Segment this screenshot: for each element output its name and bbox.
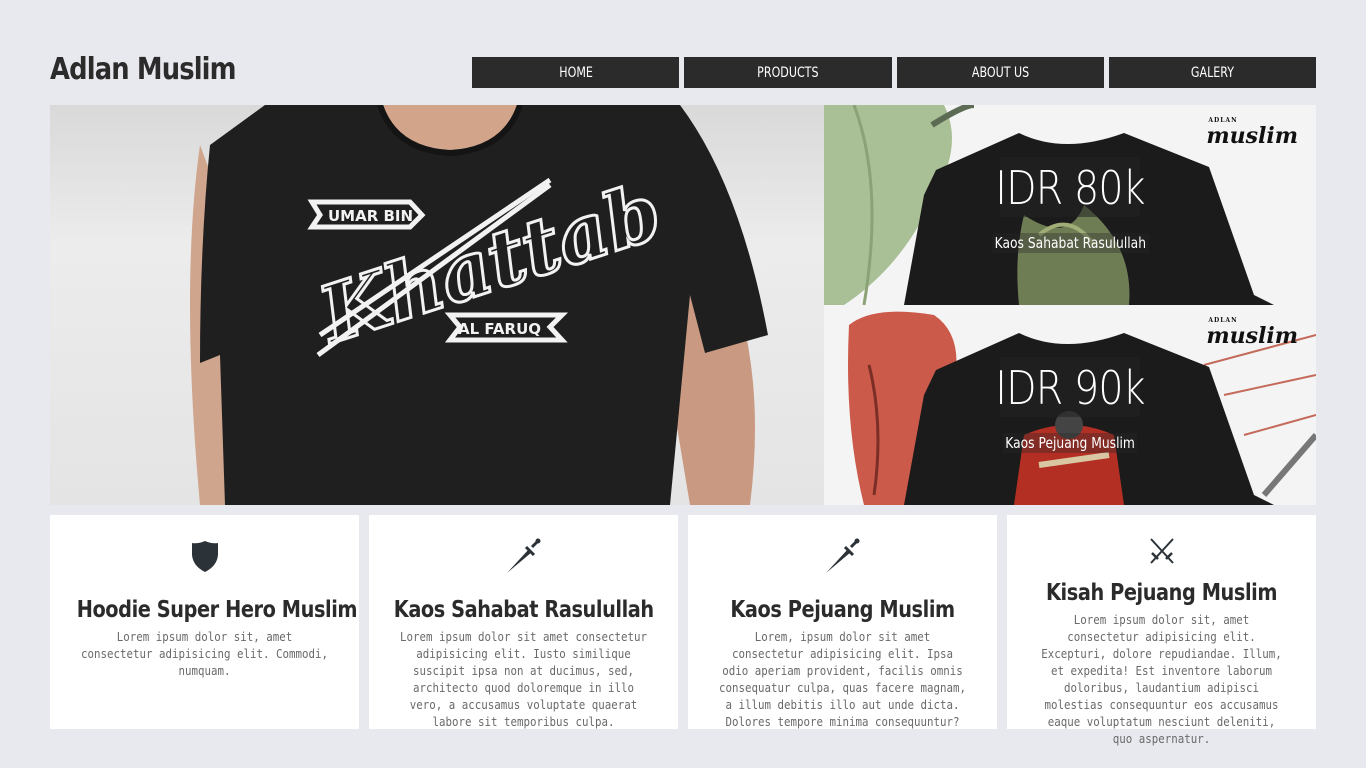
- feature-card-kisah: Kisah Pejuang Muslim Lorem ipsum dolor s…: [1007, 515, 1316, 746]
- card-text: Lorem ipsum dolor sit amet consectetur a…: [399, 630, 648, 729]
- nav-item-about-us[interactable]: ABOUT US: [896, 57, 1104, 88]
- feature-card-hoodie: Hoodie Super Hero Muslim Lorem ipsum dol…: [50, 515, 359, 729]
- brand-logo: ADLAN muslim: [1206, 117, 1298, 149]
- feature-card-sahabat: Kaos Sahabat Rasulullah Lorem ipsum dolo…: [369, 515, 678, 729]
- product-price: IDR 90k: [995, 361, 1145, 415]
- card-title: Kaos Sahabat Rasulullah: [393, 597, 654, 623]
- card-text: Lorem ipsum dolor sit, amet consectetur …: [80, 630, 329, 678]
- product-price: IDR 80k: [995, 161, 1145, 215]
- nav-item-label: GALERY: [1190, 64, 1234, 81]
- tshirt-model-illustration: UMAR BIN Khattab AL FARUQ: [190, 105, 768, 505]
- product-name: Kaos Pejuang Muslim: [974, 433, 1166, 453]
- card-title: Kaos Pejuang Muslim: [730, 597, 955, 623]
- card-title: Hoodie Super Hero Muslim: [76, 597, 358, 623]
- nav-item-label: HOME: [558, 64, 593, 81]
- shirt-print-bottom: AL FARUQ: [458, 320, 541, 338]
- brand-logo: ADLAN muslim: [1206, 317, 1298, 349]
- nav-item-home[interactable]: HOME: [472, 57, 680, 88]
- nav-item-label: ABOUT US: [971, 64, 1029, 81]
- main-nav: HOME PRODUCTS ABOUT US GALERY: [472, 57, 1316, 88]
- nav-item-products[interactable]: PRODUCTS: [684, 57, 892, 88]
- site-brand-title[interactable]: Adlan Muslim: [50, 52, 237, 87]
- dagger-icon: [506, 538, 540, 573]
- card-text: Lorem ipsum dolor sit, amet consectetur …: [1041, 613, 1282, 746]
- shirt-print-top: UMAR BIN: [328, 207, 413, 225]
- card-title: Kisah Pejuang Muslim: [1045, 580, 1278, 606]
- product-banner-pejuang[interactable]: IDR 90k Kaos Pejuang Muslim ADLAN muslim: [824, 305, 1316, 505]
- nav-item-galery[interactable]: GALERY: [1108, 57, 1316, 88]
- dagger-icon: [825, 538, 859, 573]
- product-banner-sahabat[interactable]: IDR 80k Kaos Sahabat Rasulullah ADLAN mus…: [824, 105, 1316, 305]
- card-text: Lorem, ipsum dolor sit amet consectetur …: [718, 630, 967, 729]
- hero-banner-image[interactable]: UMAR BIN Khattab AL FARUQ: [50, 105, 824, 505]
- crossed-swords-icon: [1149, 538, 1174, 564]
- feature-card-pejuang: Kaos Pejuang Muslim Lorem, ipsum dolor s…: [688, 515, 997, 729]
- shield-icon: [191, 541, 218, 572]
- product-name: Kaos Sahabat Rasulullah: [974, 233, 1166, 253]
- nav-item-label: PRODUCTS: [757, 64, 819, 81]
